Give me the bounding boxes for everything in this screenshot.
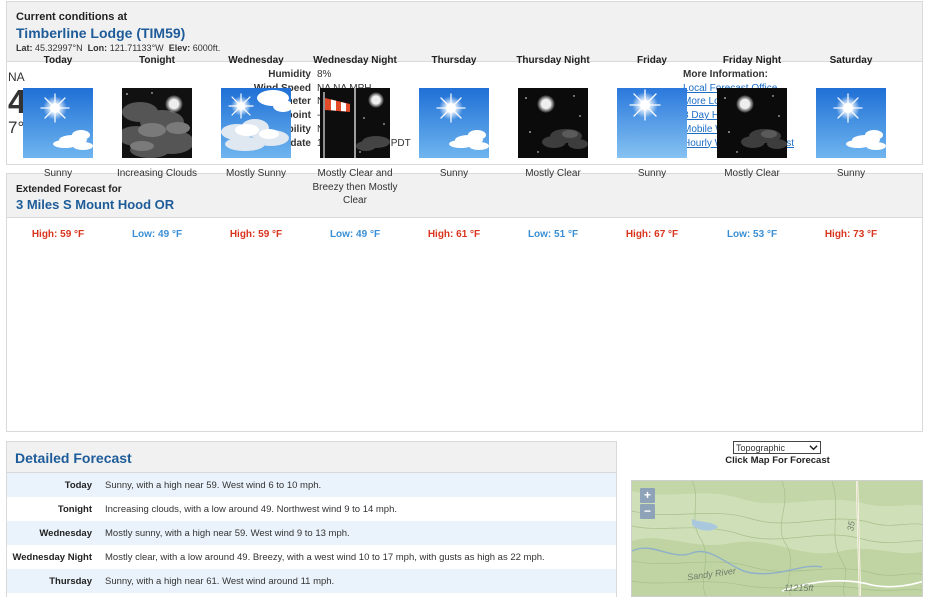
period-name: Thursday Night: [516, 55, 590, 66]
map-zoom-in-button[interactable]: +: [640, 488, 655, 503]
mostly-clear-night-icon: [717, 88, 787, 158]
period-short-forecast: Increasing Clouds: [116, 168, 198, 179]
map-type-select[interactable]: Topographic: [733, 441, 821, 454]
forecast-period[interactable]: Wednesday Mostly Sunny High: 59 °F: [206, 53, 306, 240]
station-name: Timberline Lodge (TIM59): [16, 25, 186, 41]
lon-label: Lon:: [87, 43, 108, 53]
forecast-period[interactable]: Thursday Sunny High: 61 °F: [404, 53, 504, 240]
detailed-forecast-row: Wednesday Night Mostly clear, with a low…: [7, 545, 616, 569]
period-short-forecast: Mostly Sunny: [225, 168, 287, 179]
detailed-row-label: Today: [64, 479, 92, 491]
map-type-selected-value: Topographic: [736, 442, 786, 453]
period-short-forecast: Mostly Clear: [724, 168, 780, 179]
increasing-clouds-icon: [122, 88, 192, 158]
forecast-period[interactable]: Friday Night Mostly Clear Low: 53 °F: [702, 53, 802, 240]
period-short-forecast: Sunny: [43, 168, 73, 179]
map-label-road: 35: [845, 520, 857, 532]
period-short-forecast: Sunny: [836, 168, 866, 179]
period-name: Saturday: [829, 55, 873, 66]
forecast-period[interactable]: Saturday Sunny High: 73 °F: [801, 53, 901, 240]
map-label-elevation: 11215ft: [784, 583, 814, 593]
sunny-icon: [23, 88, 93, 158]
forecast-periods: Today Sunny High: 59 °F Tonight Increasi…: [8, 53, 908, 253]
detailed-forecast-rows: Today Sunny, with a high near 59. West w…: [7, 473, 616, 593]
map-caption: Click Map For Forecast: [725, 455, 830, 466]
detailed-row-text: Sunny, with a high near 61. West wind ar…: [105, 575, 335, 587]
period-temperature: High: 59 °F: [31, 229, 85, 240]
forecast-period[interactable]: Tonight Increasing Clouds Low: 49 °F: [107, 53, 207, 240]
period-name: Friday Night: [722, 55, 782, 66]
period-name: Wednesday Night: [313, 55, 397, 66]
lat-value: 45.32997°N: [35, 43, 83, 53]
sunny-icon: [419, 88, 489, 158]
elev-value: 6000ft.: [192, 43, 221, 53]
period-temperature: Low: 53 °F: [726, 229, 778, 240]
forecast-period[interactable]: Wednesday Night Mostly Clear and Breezy …: [305, 53, 405, 240]
period-name: Wednesday: [228, 55, 284, 66]
lat-label: Lat:: [16, 43, 33, 53]
period-short-forecast: Mostly Clear and Breezy then Mostly Clea…: [312, 168, 398, 207]
period-name: Friday: [636, 55, 667, 66]
forecast-period[interactable]: Thursday Night Mostly Clear Low: 51 °F: [503, 53, 603, 240]
windy-night-icon: [320, 88, 390, 158]
detailed-row-text: Sunny, with a high near 59. West wind 6 …: [105, 479, 322, 491]
period-temperature: High: 59 °F: [229, 229, 283, 240]
detailed-row-label: Wednesday Night: [12, 551, 92, 563]
detailed-forecast-row: Today Sunny, with a high near 59. West w…: [7, 473, 616, 497]
period-short-forecast: Sunny: [439, 168, 469, 179]
detailed-row-text: Increasing clouds, with a low around 49.…: [105, 503, 398, 515]
forecast-period[interactable]: Friday Sunny High: 67 °F: [602, 53, 702, 240]
station-coordinates: Lat: 45.32997°N Lon: 121.71133°W Elev: 6…: [16, 43, 922, 53]
forecast-period[interactable]: Today Sunny High: 59 °F: [8, 53, 108, 240]
period-temperature: Low: 49 °F: [329, 229, 381, 240]
clear-sunny-icon: [617, 88, 687, 158]
detailed-forecast-row: Wednesday Mostly sunny, with a high near…: [7, 521, 616, 545]
lon-value: 121.71133°W: [109, 43, 164, 53]
topographic-map-image: [632, 481, 922, 596]
period-temperature: High: 73 °F: [824, 229, 878, 240]
detailed-forecast-title: Detailed Forecast: [15, 450, 132, 466]
sunny-icon: [816, 88, 886, 158]
detailed-row-text: Mostly sunny, with a high near 59. West …: [105, 527, 350, 539]
period-name: Thursday: [431, 55, 477, 66]
detailed-row-label: Wednesday: [39, 527, 92, 539]
period-short-forecast: Mostly Clear: [525, 168, 581, 179]
chevron-down-icon: [809, 445, 818, 451]
period-temperature: Low: 51 °F: [527, 229, 579, 240]
mostly-sunny-icon: [221, 88, 291, 158]
detailed-forecast-header: Detailed Forecast: [7, 442, 616, 473]
mostly-clear-night-icon: [518, 88, 588, 158]
current-conditions-label: Current conditions at: [16, 11, 128, 23]
period-name: Today: [43, 55, 73, 66]
detailed-row-text: Mostly clear, with a low around 49. Bree…: [105, 551, 545, 563]
period-temperature: High: 67 °F: [625, 229, 679, 240]
detailed-row-label: Tonight: [57, 503, 92, 515]
period-temperature: Low: 49 °F: [131, 229, 183, 240]
period-short-forecast: Sunny: [637, 168, 667, 179]
period-name: Tonight: [139, 55, 175, 66]
detailed-forecast-row: Thursday Sunny, with a high near 61. Wes…: [7, 569, 616, 593]
detailed-row-label: Thursday: [49, 575, 92, 587]
elev-label: Elev:: [168, 43, 191, 53]
forecast-map[interactable]: Sandy River 11215ft 35: [631, 480, 923, 597]
detailed-forecast-panel: Detailed Forecast Today Sunny, with a hi…: [6, 441, 617, 597]
period-temperature: High: 61 °F: [427, 229, 481, 240]
map-zoom-out-button[interactable]: −: [640, 504, 655, 519]
detailed-forecast-row: Tonight Increasing clouds, with a low ar…: [7, 497, 616, 521]
